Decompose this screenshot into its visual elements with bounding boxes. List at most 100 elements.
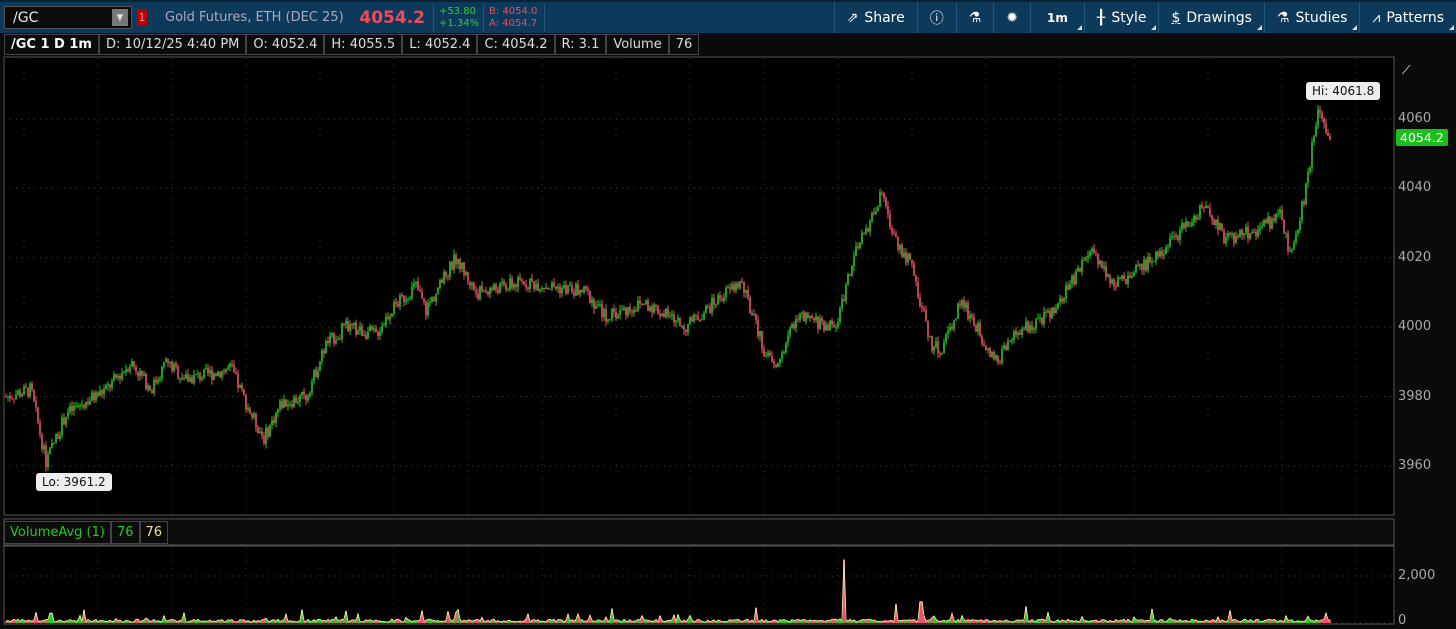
candle bbox=[195, 374, 197, 376]
share-button[interactable]: ⇗ Share bbox=[833, 2, 917, 33]
candle bbox=[185, 374, 187, 379]
candle bbox=[1071, 275, 1073, 284]
candle bbox=[349, 324, 351, 332]
candle bbox=[713, 297, 715, 305]
candle bbox=[745, 289, 747, 293]
candle bbox=[207, 367, 209, 374]
candle bbox=[21, 394, 23, 397]
candle bbox=[657, 306, 659, 314]
candle bbox=[725, 287, 727, 298]
candle bbox=[455, 254, 457, 265]
candle bbox=[177, 366, 179, 378]
candle bbox=[319, 361, 321, 371]
candle bbox=[843, 299, 845, 301]
candle bbox=[737, 283, 739, 288]
candle bbox=[11, 398, 13, 400]
link-group-badge[interactable]: 1 bbox=[137, 9, 147, 26]
candle bbox=[401, 294, 403, 296]
candle bbox=[397, 303, 399, 307]
candle bbox=[1269, 216, 1271, 229]
drawings-button[interactable]: $ Drawings bbox=[1158, 2, 1263, 33]
candle bbox=[587, 288, 589, 291]
candle bbox=[1281, 209, 1283, 220]
candle bbox=[461, 262, 463, 270]
candle bbox=[413, 283, 415, 287]
candle bbox=[987, 348, 989, 351]
candle bbox=[359, 326, 361, 331]
candle bbox=[1217, 219, 1219, 231]
volume-study-label[interactable]: VolumeAvg (1) bbox=[4, 521, 111, 544]
volume-bar bbox=[833, 619, 835, 623]
candle bbox=[139, 370, 141, 377]
candle bbox=[171, 361, 173, 371]
price-scale-tool-icon[interactable]: ⟋ bbox=[1402, 63, 1420, 83]
candle bbox=[441, 279, 443, 284]
candle bbox=[251, 413, 253, 418]
candle bbox=[377, 331, 379, 336]
candle bbox=[849, 274, 851, 276]
candle bbox=[1239, 229, 1241, 238]
candle bbox=[765, 355, 767, 357]
candle bbox=[1287, 233, 1289, 252]
patterns-button[interactable]: ⩘ Patterns bbox=[1359, 2, 1456, 33]
timeframe-button[interactable]: 1m bbox=[1030, 2, 1084, 33]
volume-avg-value: 76 bbox=[139, 521, 169, 544]
candle bbox=[175, 363, 177, 367]
candle bbox=[865, 228, 867, 234]
candle bbox=[859, 242, 861, 248]
candle bbox=[755, 314, 757, 320]
candle bbox=[643, 303, 645, 305]
flask-button[interactable]: ⚗ bbox=[955, 2, 994, 33]
chevron-down-icon[interactable]: ▼ bbox=[112, 9, 128, 26]
candle bbox=[367, 331, 369, 339]
bar-low: L: 4052.4 bbox=[402, 34, 478, 55]
candle bbox=[1299, 220, 1301, 230]
candle bbox=[851, 266, 853, 276]
candle bbox=[1079, 267, 1081, 272]
candle bbox=[625, 307, 627, 316]
candle bbox=[1233, 233, 1235, 243]
info-icon: ⓘ bbox=[929, 10, 944, 27]
candle bbox=[1009, 341, 1011, 343]
candle bbox=[1151, 261, 1153, 263]
candle bbox=[1313, 136, 1315, 143]
candle bbox=[35, 400, 37, 408]
candle bbox=[373, 328, 375, 330]
candle bbox=[1161, 251, 1163, 256]
studies-button[interactable]: ⚗ Studies bbox=[1263, 2, 1360, 33]
candle bbox=[705, 305, 707, 313]
candle bbox=[519, 277, 521, 280]
candle bbox=[295, 397, 297, 403]
candle bbox=[1225, 237, 1227, 244]
candle bbox=[965, 302, 967, 308]
style-button[interactable]: ╂ Style bbox=[1083, 2, 1159, 33]
price-chart[interactable] bbox=[0, 33, 1456, 629]
candle bbox=[637, 300, 639, 311]
candle bbox=[509, 278, 511, 290]
candle bbox=[1103, 266, 1105, 269]
candle bbox=[431, 297, 433, 303]
info-button[interactable]: ⓘ bbox=[916, 2, 956, 33]
candle bbox=[857, 246, 859, 248]
candle bbox=[1257, 230, 1259, 237]
candle bbox=[1145, 259, 1147, 271]
candle bbox=[907, 253, 909, 263]
candle bbox=[109, 384, 111, 388]
candle bbox=[39, 422, 41, 435]
symbol-selector[interactable]: /GC ▼ bbox=[4, 6, 132, 29]
candle bbox=[1259, 227, 1261, 231]
candle bbox=[1075, 271, 1077, 285]
candle bbox=[1245, 226, 1247, 234]
candle bbox=[127, 369, 129, 372]
candle bbox=[877, 206, 879, 212]
candle bbox=[1329, 136, 1331, 140]
candle bbox=[667, 308, 669, 317]
candle bbox=[783, 352, 785, 354]
candle bbox=[535, 283, 537, 289]
candle bbox=[955, 318, 957, 321]
candle bbox=[555, 286, 557, 289]
candle bbox=[595, 305, 597, 309]
last-price: 4054.2 bbox=[359, 7, 425, 28]
settings-button[interactable]: ✹ bbox=[993, 2, 1030, 33]
candle bbox=[59, 435, 61, 439]
